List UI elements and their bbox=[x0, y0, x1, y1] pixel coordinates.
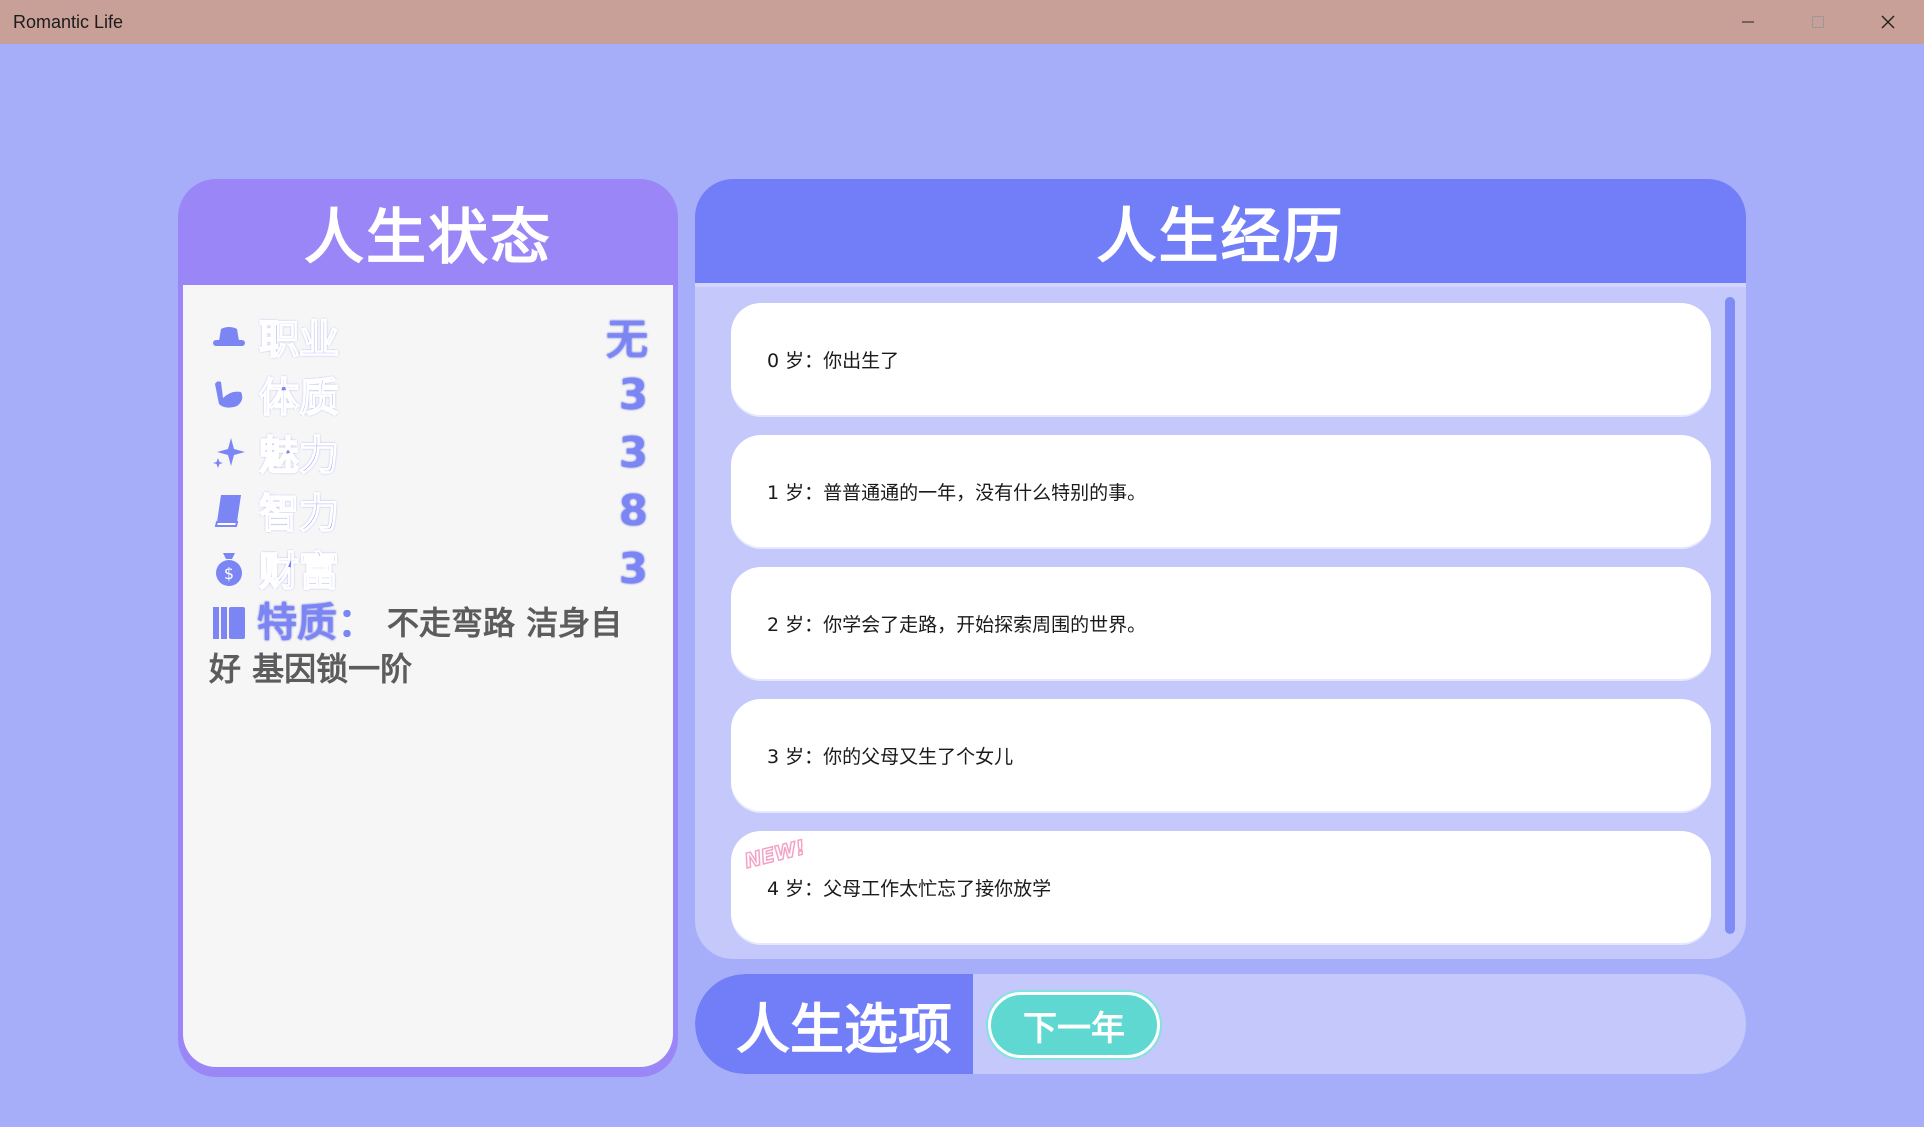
book-icon bbox=[209, 490, 249, 530]
stat-label: 魅力 bbox=[258, 432, 339, 480]
next-year-label: 下一年 bbox=[1023, 1008, 1125, 1049]
experience-list[interactable]: 0 岁：你出生了 1 岁：普普通通的一年，没有什么特别的事。 2 岁：你学会了走… bbox=[731, 303, 1711, 959]
hat-icon bbox=[209, 316, 249, 356]
window-title: Romantic Life bbox=[13, 12, 124, 32]
experience-panel-title: 人生经历 bbox=[1096, 201, 1345, 272]
stat-label: 财富 bbox=[258, 548, 339, 596]
minimize-button[interactable] bbox=[1713, 0, 1783, 44]
stat-row-constitution: 体质 3 bbox=[209, 365, 648, 423]
options-panel-title: 人生选项 bbox=[736, 997, 952, 1061]
sparkle-icon bbox=[209, 432, 249, 472]
minimize-icon bbox=[1742, 21, 1754, 23]
experience-panel: 人生经历 0 岁：你出生了 1 岁：普普通通的一年，没有什么特别的事。 2 岁：… bbox=[695, 179, 1746, 959]
stat-row-charm: 魅力 3 bbox=[209, 423, 648, 481]
stat-row-wealth: $ 财富 3 bbox=[209, 539, 648, 597]
status-panel-title: 人生状态 bbox=[304, 202, 552, 273]
experience-text: 1 岁：普普通通的一年，没有什么特别的事。 bbox=[767, 481, 1147, 504]
experience-text: 4 岁：父母工作太忙忘了接你放学 bbox=[767, 877, 1052, 900]
options-panel-header: 人生选项 bbox=[695, 974, 973, 1074]
experience-text: 0 岁：你出生了 bbox=[767, 349, 900, 372]
stat-label: 智力 bbox=[258, 490, 339, 538]
experience-entry: 0 岁：你出生了 bbox=[731, 303, 1711, 415]
title-bar: Romantic Life bbox=[0, 0, 1924, 44]
stat-row-occupation: 职业 无 bbox=[209, 307, 648, 365]
stat-label: 职业 bbox=[258, 316, 339, 364]
new-badge-text: NEW! bbox=[742, 835, 808, 869]
experience-entry: 1 岁：普普通通的一年，没有什么特别的事。 bbox=[731, 435, 1711, 547]
status-panel: 人生状态 职业 无 体质 3 魅力 3 智力 8 $ 财富 3 特质： 不走弯路… bbox=[178, 179, 678, 1077]
stat-value: 3 bbox=[618, 369, 648, 419]
books-icon bbox=[209, 603, 249, 643]
options-panel: 人生选项 下一年 bbox=[695, 974, 1746, 1074]
stat-label: 体质 bbox=[258, 374, 339, 422]
status-panel-body: 职业 无 体质 3 魅力 3 智力 8 $ 财富 3 特质： 不走弯路 洁身自好… bbox=[183, 285, 673, 1067]
stat-value: 8 bbox=[618, 485, 648, 535]
experience-text: 2 岁：你学会了走路，开始探索周围的世界。 bbox=[767, 613, 1147, 636]
trait-colon: ： bbox=[337, 600, 377, 646]
game-stage: 人生状态 职业 无 体质 3 魅力 3 智力 8 $ 财富 3 特质： 不走弯路… bbox=[0, 44, 1924, 1127]
stat-value: 3 bbox=[618, 543, 648, 593]
close-icon bbox=[1881, 15, 1895, 29]
next-year-button[interactable]: 下一年 bbox=[988, 992, 1160, 1058]
svg-text:$: $ bbox=[224, 564, 234, 583]
experience-scrollbar[interactable] bbox=[1725, 297, 1735, 934]
muscle-icon bbox=[209, 374, 249, 414]
close-button[interactable] bbox=[1853, 0, 1923, 44]
experience-text: 3 岁：你的父母又生了个女儿 bbox=[767, 745, 1014, 768]
maximize-button[interactable] bbox=[1783, 0, 1853, 44]
stat-value: 无 bbox=[605, 314, 648, 364]
experience-entry: 3 岁：你的父母又生了个女儿 bbox=[731, 699, 1711, 811]
stat-value: 3 bbox=[618, 427, 648, 477]
experience-panel-header: 人生经历 bbox=[695, 179, 1746, 287]
maximize-icon bbox=[1812, 16, 1824, 28]
money-bag-icon: $ bbox=[209, 548, 249, 588]
trait-row: 特质： 不走弯路 洁身自好 基因锁一阶 bbox=[209, 599, 648, 691]
experience-entry: 2 岁：你学会了走路，开始探索周围的世界。 bbox=[731, 567, 1711, 679]
status-panel-header: 人生状态 bbox=[183, 179, 673, 285]
stat-row-intelligence: 智力 8 bbox=[209, 481, 648, 539]
new-badge: NEW! bbox=[741, 834, 808, 869]
trait-label: 特质 bbox=[257, 600, 337, 646]
experience-entry-new: NEW! 4 岁：父母工作太忙忘了接你放学 bbox=[731, 831, 1711, 943]
